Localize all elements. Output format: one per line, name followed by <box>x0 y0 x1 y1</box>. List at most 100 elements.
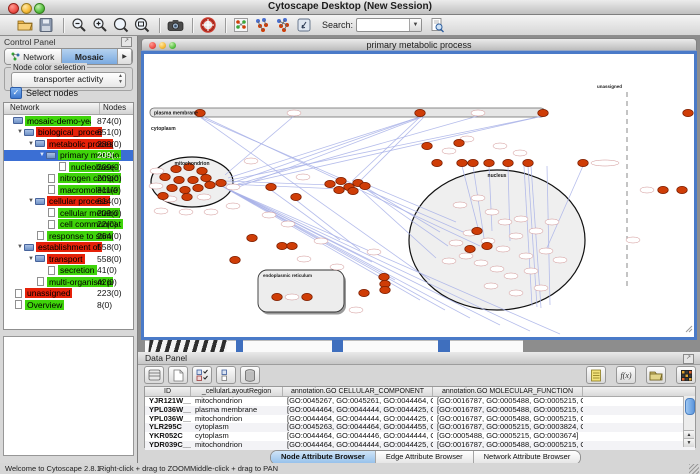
node-label-oval[interactable] <box>244 158 258 164</box>
node-label-oval[interactable] <box>330 264 344 270</box>
network-node[interactable] <box>247 234 257 241</box>
table-cell[interactable]: YPL036W__1 <box>145 415 191 424</box>
unselect-attributes-icon[interactable] <box>216 366 236 384</box>
table-cell[interactable]: plasma membrane <box>191 406 283 415</box>
table-cell[interactable]: cytoplasm <box>191 423 283 432</box>
node-label-oval[interactable] <box>498 219 512 225</box>
zoom-fit-icon[interactable] <box>133 17 151 34</box>
node-label-oval[interactable] <box>591 160 619 166</box>
node-label-oval[interactable] <box>281 221 295 227</box>
table-cell[interactable]: [GO:0016787, GO:0005215, GO:0003824, G..… <box>433 423 583 432</box>
network-view-2-icon[interactable] <box>274 17 292 34</box>
network-node[interactable] <box>336 177 346 184</box>
node-label-oval[interactable] <box>149 183 163 189</box>
network-node[interactable] <box>482 242 492 249</box>
table-row[interactable]: YLR295Ccytoplasm[GO:0045263, GO:0044464,… <box>145 423 695 432</box>
node-label-oval[interactable] <box>485 209 499 215</box>
network-node[interactable] <box>422 142 432 149</box>
birdseye-overview-panel[interactable] <box>3 336 134 456</box>
network-node[interactable] <box>359 289 369 296</box>
node-label-oval[interactable] <box>490 266 504 272</box>
node-label-oval[interactable] <box>524 268 538 274</box>
network-tree-row[interactable]: Overview8(0) <box>4 299 133 311</box>
network-node[interactable] <box>216 179 226 186</box>
network-node[interactable] <box>188 176 198 183</box>
tab-overflow-arrow-icon[interactable]: ▶ <box>118 49 132 64</box>
network-tree-row[interactable]: ▼transport558(0) <box>4 253 133 265</box>
node-label-oval[interactable] <box>204 209 218 215</box>
zoom-selected-icon[interactable] <box>112 17 130 34</box>
snapshot-icon[interactable] <box>166 17 184 34</box>
zoom-in-icon[interactable] <box>91 17 109 34</box>
node-label-oval[interactable] <box>314 238 328 244</box>
network-window-titlebar[interactable]: primary metabolic process <box>141 38 697 51</box>
node-label-oval[interactable] <box>449 240 463 246</box>
network-node[interactable] <box>432 159 442 166</box>
node-label-oval[interactable] <box>226 203 240 209</box>
node-label-oval[interactable] <box>484 283 498 289</box>
table-row[interactable]: YPL036W__2plasma membrane[GO:0044464, GO… <box>145 406 695 415</box>
node-label-oval[interactable] <box>513 150 527 156</box>
network-tree-row[interactable]: mosaic-demo-yeast874(0) <box>4 115 133 127</box>
select-attributes-icon[interactable] <box>192 366 212 384</box>
network-node[interactable] <box>197 167 207 174</box>
node-label-oval[interactable] <box>496 246 510 252</box>
network-node[interactable] <box>578 159 588 166</box>
table-cell[interactable]: [GO:0044464, GO:0044444, GO:0044425, G..… <box>283 406 433 415</box>
node-label-oval[interactable] <box>287 110 301 116</box>
table-cell[interactable]: YDR039C__1 <box>145 441 191 450</box>
network-node[interactable] <box>291 193 301 200</box>
network-window-icon[interactable] <box>232 17 250 34</box>
network-node[interactable] <box>334 186 344 193</box>
node-label-oval[interactable] <box>545 219 559 225</box>
network-node[interactable] <box>503 159 513 166</box>
node-label-oval[interactable] <box>154 208 168 214</box>
tree-header-network[interactable]: Network <box>4 103 100 114</box>
expand-arrow-icon[interactable]: ▼ <box>38 152 46 158</box>
network-node[interactable] <box>230 256 240 263</box>
network-node[interactable] <box>180 186 190 193</box>
expand-arrow-icon[interactable]: ▼ <box>16 129 24 135</box>
table-cell[interactable]: [GO:0044464, GO:0044444, GO:0044425, G..… <box>283 415 433 424</box>
canvas-resize-grip[interactable] <box>686 326 692 332</box>
node-label-oval[interactable] <box>453 202 467 208</box>
table-cell[interactable]: YJR121W__1 <box>145 397 191 406</box>
network-tree-row[interactable]: unassigned223(0) <box>4 288 133 300</box>
table-row[interactable]: YKR052Ccytoplasm[GO:0044464, GO:0044446,… <box>145 432 695 441</box>
network-node[interactable] <box>325 180 335 187</box>
window-resize-grip[interactable] <box>689 464 699 474</box>
network-tree-row[interactable]: ▼establishment of lo558(0) <box>4 242 133 254</box>
table-cell[interactable]: [GO:0045263, GO:0044464, GO:0044455, G..… <box>283 423 433 432</box>
network-node[interactable] <box>360 182 370 189</box>
node-label-oval[interactable] <box>285 294 299 300</box>
network-node[interactable] <box>205 181 215 188</box>
network-view-1-icon[interactable] <box>253 17 271 34</box>
node-label-oval[interactable] <box>262 212 276 218</box>
table-cell[interactable]: mitochondrion <box>191 397 283 406</box>
node-label-oval[interactable] <box>514 216 528 222</box>
node-label-oval[interactable] <box>474 260 488 266</box>
network-tree-row[interactable]: multi-organism pro42(0) <box>4 276 133 288</box>
save-icon[interactable] <box>37 17 55 34</box>
node-label-oval[interactable] <box>471 195 485 201</box>
table-row[interactable]: YDR039C__1mitochondrion[GO:0044464, GO:0… <box>145 441 695 450</box>
node-label-oval[interactable] <box>459 253 473 259</box>
network-node[interactable] <box>266 183 276 190</box>
network-tree-row[interactable]: ▼primary metabo209(... <box>4 150 133 162</box>
network-tree-row[interactable]: ▼biological_process651(0) <box>4 127 133 139</box>
network-node[interactable] <box>160 173 170 180</box>
node-label-oval[interactable] <box>539 248 553 254</box>
zoom-out-icon[interactable] <box>70 17 88 34</box>
float-panel-icon[interactable]: ↗ <box>121 37 132 47</box>
attribute-table-icon[interactable] <box>144 366 164 384</box>
node-label-oval[interactable] <box>553 257 567 263</box>
network-edge[interactable] <box>225 116 294 175</box>
attribute-matrix-icon[interactable] <box>676 366 696 384</box>
network-node[interactable] <box>158 192 168 199</box>
table-cell[interactable]: [GO:0044464, GO:0044446, GO:0044444, G..… <box>283 432 433 441</box>
network-edge[interactable] <box>200 117 470 235</box>
open-file-icon[interactable] <box>16 17 34 34</box>
scrollbar-thumb[interactable] <box>685 398 695 415</box>
select-nodes-checkbox[interactable]: ✓ <box>10 87 22 99</box>
network-node[interactable] <box>415 109 425 116</box>
